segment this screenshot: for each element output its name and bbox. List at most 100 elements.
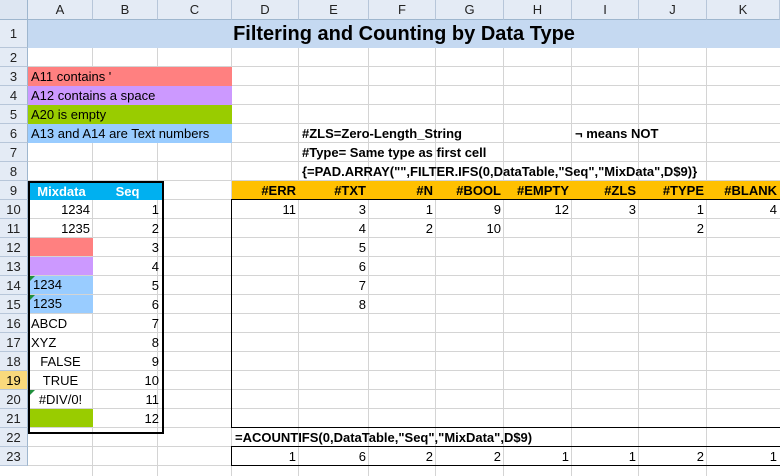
row-header-20[interactable]: 20 — [0, 390, 28, 409]
legend-a12[interactable]: A12 contains a space — [28, 86, 232, 105]
mixdata-cell-apostrophe[interactable] — [30, 238, 93, 256]
legend-a20[interactable]: A20 is empty — [28, 105, 232, 124]
row-header-11[interactable]: 11 — [0, 219, 28, 238]
result-header-empty[interactable]: #EMPTY — [504, 181, 572, 200]
result-cell[interactable]: 8 — [299, 295, 369, 314]
row-header-14[interactable]: 14 — [0, 276, 28, 295]
mixdata-cell[interactable]: XYZ — [28, 333, 93, 352]
count-cell[interactable]: 2 — [369, 447, 436, 466]
result-cell[interactable]: 1 — [369, 200, 436, 219]
result-cell[interactable]: 1 — [639, 200, 707, 219]
mixdata-cell-text-number[interactable]: 1234 — [30, 276, 93, 294]
row-header-16[interactable]: 16 — [0, 314, 28, 333]
result-header-err[interactable]: #ERR — [232, 181, 299, 200]
seq-cell[interactable]: 6 — [93, 295, 162, 314]
row-header-18[interactable]: 18 — [0, 352, 28, 371]
seq-cell[interactable]: 7 — [93, 314, 162, 333]
mixdata-cell[interactable]: #DIV/0! — [28, 390, 93, 409]
count-cell[interactable]: 1 — [572, 447, 639, 466]
result-cell[interactable]: 9 — [436, 200, 504, 219]
result-cell[interactable]: 7 — [299, 276, 369, 295]
column-header-g[interactable]: G — [436, 0, 504, 20]
note-not[interactable]: ¬ means NOT — [572, 124, 661, 143]
row-header-8[interactable]: 8 — [0, 162, 28, 181]
formula-filter[interactable]: {=PAD.ARRAY("",FILTER.IFS(0,DataTable,"S… — [299, 162, 700, 181]
table-header-seq[interactable]: Seq — [93, 183, 162, 200]
column-header-h[interactable]: H — [504, 0, 572, 20]
mixdata-cell-text-number[interactable]: 1235 — [30, 295, 93, 313]
formula-acountifs[interactable]: =ACOUNTIFS(0,DataTable,"Seq","MixData",D… — [232, 428, 535, 447]
row-header-15[interactable]: 15 — [0, 295, 28, 314]
result-cell[interactable]: 10 — [436, 219, 504, 238]
result-cell[interactable]: 3 — [299, 200, 369, 219]
result-header-blank[interactable]: #BLANK — [707, 181, 780, 200]
count-cell[interactable]: 6 — [299, 447, 369, 466]
seq-cell[interactable]: 10 — [93, 371, 162, 390]
column-header-e[interactable]: E — [299, 0, 369, 20]
sheet-title[interactable]: Filtering and Counting by Data Type — [28, 20, 780, 48]
seq-cell[interactable]: 3 — [93, 238, 162, 257]
column-header-a[interactable]: A — [28, 0, 93, 20]
row-header-22[interactable]: 22 — [0, 428, 28, 447]
result-header-type[interactable]: #TYPE — [639, 181, 707, 200]
row-header-9[interactable]: 9 — [0, 181, 28, 200]
column-header-d[interactable]: D — [232, 0, 299, 20]
row-header-19[interactable]: 19 — [0, 371, 28, 390]
result-cell[interactable]: 6 — [299, 257, 369, 276]
seq-cell[interactable]: 4 — [93, 257, 162, 276]
legend-a11[interactable]: A11 contains ' — [28, 67, 232, 86]
result-header-zls[interactable]: #ZLS — [572, 181, 639, 200]
row-header-4[interactable]: 4 — [0, 86, 28, 105]
column-header-c[interactable]: C — [158, 0, 232, 20]
mixdata-cell[interactable]: TRUE — [28, 371, 93, 390]
row-header-12[interactable]: 12 — [0, 238, 28, 257]
count-cell[interactable]: 1 — [504, 447, 572, 466]
row-header-1[interactable]: 1 — [0, 20, 28, 48]
result-header-n[interactable]: #N — [369, 181, 436, 200]
mixdata-cell-space[interactable] — [30, 257, 93, 275]
row-header-10[interactable]: 10 — [0, 200, 28, 219]
count-cell[interactable]: 2 — [639, 447, 707, 466]
column-header-k[interactable]: K — [707, 0, 780, 20]
row-header-7[interactable]: 7 — [0, 143, 28, 162]
note-zls[interactable]: #ZLS=Zero-Length_String — [299, 124, 465, 143]
column-header-i[interactable]: I — [572, 0, 639, 20]
note-type[interactable]: #Type= Same type as first cell — [299, 143, 489, 162]
row-header-5[interactable]: 5 — [0, 105, 28, 124]
result-header-bool[interactable]: #BOOL — [436, 181, 504, 200]
count-cell[interactable]: 2 — [436, 447, 504, 466]
seq-cell[interactable]: 8 — [93, 333, 162, 352]
select-all-corner[interactable] — [0, 0, 28, 20]
count-cell[interactable]: 1 — [707, 447, 780, 466]
seq-cell[interactable]: 5 — [93, 276, 162, 295]
row-header-21[interactable]: 21 — [0, 409, 28, 428]
mixdata-cell-empty[interactable] — [30, 409, 93, 427]
column-header-f[interactable]: F — [369, 0, 436, 20]
row-header-17[interactable]: 17 — [0, 333, 28, 352]
result-cell[interactable]: 2 — [639, 219, 707, 238]
seq-cell[interactable]: 11 — [93, 390, 162, 409]
count-cell[interactable]: 1 — [232, 447, 299, 466]
mixdata-cell[interactable]: ABCD — [28, 314, 93, 333]
seq-cell[interactable]: 2 — [93, 219, 162, 238]
column-header-j[interactable]: J — [639, 0, 707, 20]
seq-cell[interactable]: 9 — [93, 352, 162, 371]
row-header-23[interactable]: 23 — [0, 447, 28, 466]
row-header-2[interactable]: 2 — [0, 48, 28, 67]
result-cell[interactable]: 4 — [299, 219, 369, 238]
result-header-txt[interactable]: #TXT — [299, 181, 369, 200]
table-header-mixdata[interactable]: Mixdata — [30, 183, 93, 200]
seq-cell[interactable]: 1 — [93, 200, 162, 219]
column-header-b[interactable]: B — [93, 0, 158, 20]
mixdata-cell[interactable]: 1234 — [28, 200, 93, 219]
result-cell[interactable]: 12 — [504, 200, 572, 219]
mixdata-cell[interactable]: 1235 — [28, 219, 93, 238]
legend-a13-a14[interactable]: A13 and A14 are Text numbers — [28, 124, 232, 143]
seq-cell[interactable]: 12 — [93, 409, 162, 428]
result-cell[interactable]: 4 — [707, 200, 780, 219]
row-header-13[interactable]: 13 — [0, 257, 28, 276]
result-cell[interactable]: 11 — [232, 200, 299, 219]
row-header-6[interactable]: 6 — [0, 124, 28, 143]
result-cell[interactable]: 2 — [369, 219, 436, 238]
result-cell[interactable]: 5 — [299, 238, 369, 257]
